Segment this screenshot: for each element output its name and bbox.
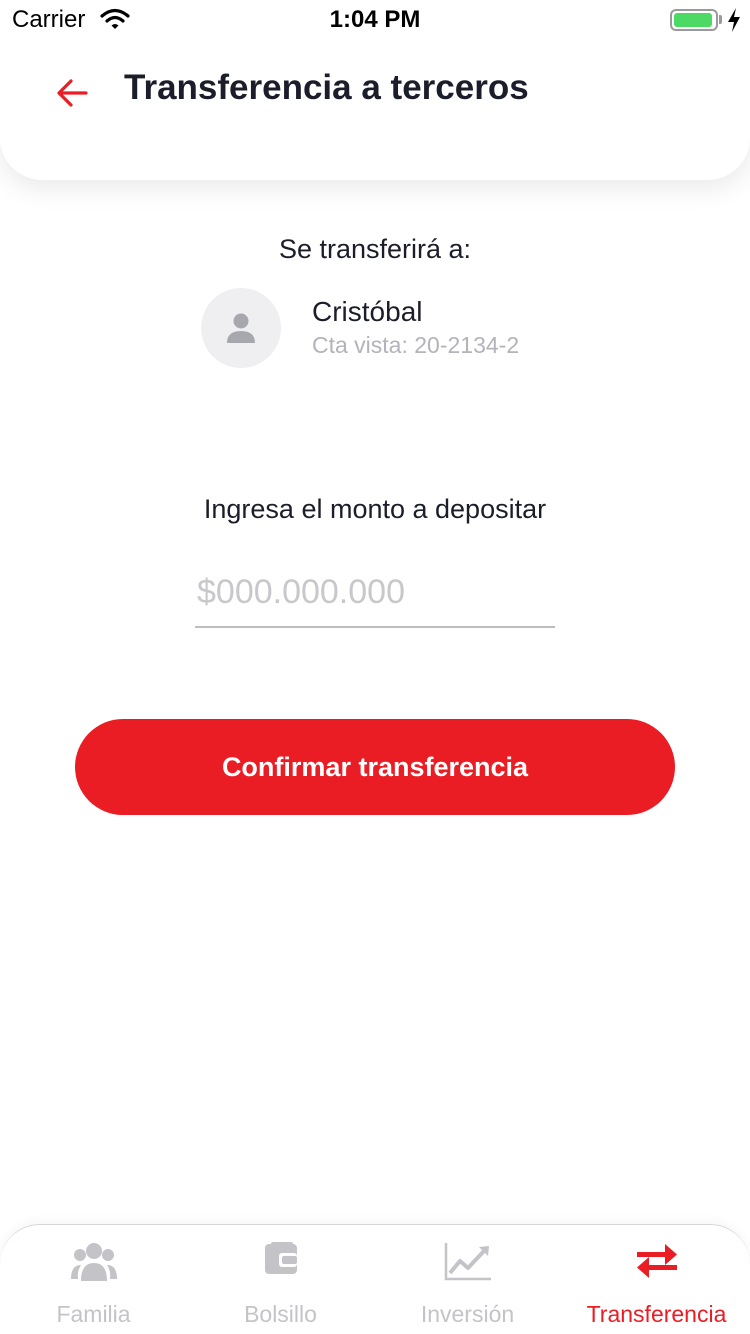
tab-familia[interactable]: Familia [0, 1225, 187, 1334]
transfer-to-label: Se transferirá a: [278, 234, 472, 264]
avatar [201, 288, 281, 368]
transfer-arrows-icon [636, 1244, 677, 1278]
battery-level [674, 13, 712, 27]
tab-bar: Familia Bolsillo Inversión Transferencia [0, 1224, 750, 1334]
amount-input[interactable] [195, 558, 555, 628]
chart-line-icon [444, 1243, 491, 1281]
tab-label: Bolsillo [244, 1301, 317, 1327]
tab-label: Familia [56, 1301, 131, 1327]
tab-transferencia[interactable]: Transferencia [563, 1225, 750, 1334]
arrow-left-icon [57, 79, 88, 107]
status-bar: Carrier 1:04 PM [0, 0, 750, 40]
battery-cap [719, 15, 722, 24]
recipient-account: Cta vista: 20-2134-2 [312, 332, 520, 358]
confirm-transfer-button[interactable]: Confirmar transferencia [75, 719, 675, 815]
back-button[interactable] [52, 72, 92, 112]
charging-bolt-icon [728, 8, 740, 32]
amount-label: Ingresa el monto a depositar [203, 494, 547, 524]
family-icon [70, 1243, 117, 1281]
recipient-name: Cristóbal [312, 296, 423, 327]
tab-label: Inversión [420, 1301, 515, 1327]
person-icon [227, 313, 255, 343]
clock: 1:04 PM [329, 6, 421, 33]
battery-icon [670, 9, 718, 31]
wallet-icon [264, 1242, 297, 1274]
tab-label: Transferencia [586, 1301, 727, 1327]
tab-bolsillo[interactable]: Bolsillo [187, 1225, 374, 1334]
page-title: Transferencia a terceros [124, 68, 529, 107]
tab-inversion[interactable]: Inversión [374, 1225, 561, 1334]
